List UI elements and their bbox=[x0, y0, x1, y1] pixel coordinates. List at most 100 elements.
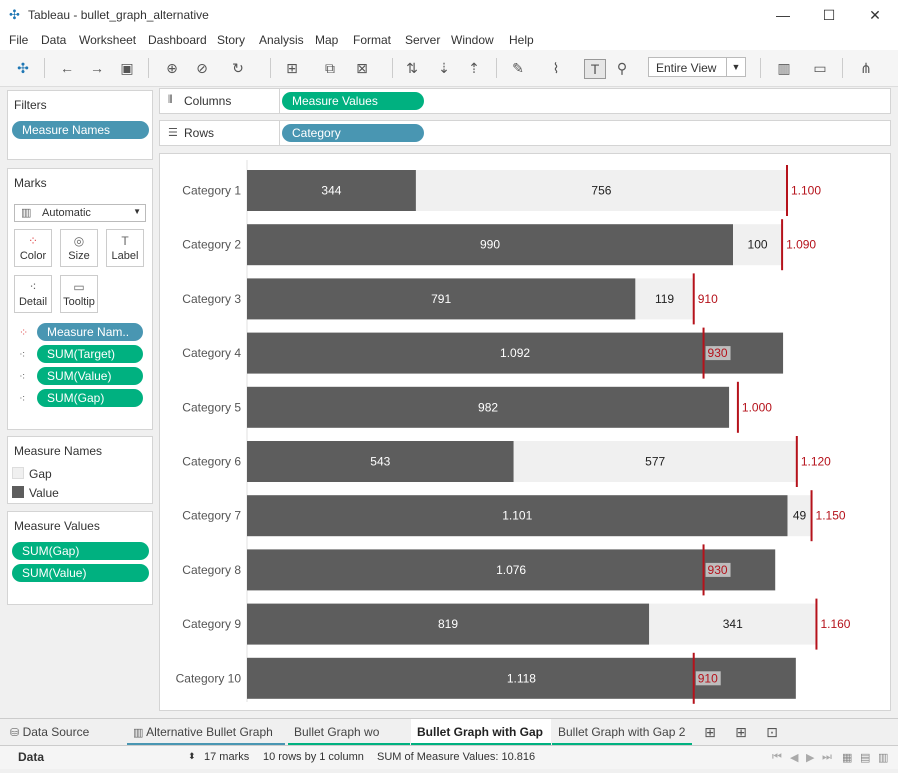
marks-color-button[interactable]: ⁘ Color bbox=[14, 229, 52, 267]
value-label: 982 bbox=[478, 400, 498, 414]
tab-bullet-graph-with-gap-2[interactable]: Bullet Graph with Gap 2 bbox=[552, 719, 692, 746]
tab-data-source[interactable]: ⛁ Data Source bbox=[4, 719, 124, 746]
toolbar-separator bbox=[760, 58, 761, 78]
marks-size-button[interactable]: ◎ Size bbox=[60, 229, 98, 267]
marks-field-sum-target[interactable]: SUM(Target) bbox=[37, 345, 143, 363]
target-label: 930 bbox=[708, 346, 728, 360]
undo-icon[interactable]: ← bbox=[57, 59, 77, 77]
menu-format[interactable]: Format bbox=[353, 33, 391, 47]
value-label: 1.076 bbox=[496, 563, 526, 577]
menu-story[interactable]: Story bbox=[217, 33, 245, 47]
next-page-icon[interactable]: ▶ bbox=[806, 751, 814, 764]
swap-rows-columns-icon[interactable]: ⇅ bbox=[402, 59, 422, 77]
legend-label-gap[interactable]: Gap bbox=[29, 467, 52, 481]
row-label-category-5: Category 5 bbox=[182, 400, 241, 414]
value-label: 791 bbox=[431, 292, 451, 306]
sort-ascending-icon[interactable]: ⇣ bbox=[434, 59, 454, 77]
legend-label-value[interactable]: Value bbox=[29, 486, 59, 500]
toolbar: ✣ ← → ▣ ⊕ ⊘ ↻ ⊞ ⧉ ⊠ ⇅ ⇣ ⇡ ✎ ⌇ T ⚲ Entire… bbox=[0, 50, 898, 87]
list-view-icon[interactable]: ▤ bbox=[860, 751, 870, 764]
new-dashboard-tab-icon[interactable]: ⊞ bbox=[731, 723, 751, 741]
pause-updates-icon[interactable]: ⊘ bbox=[192, 59, 212, 77]
tab-bullet-graph-with-gap-2-label: Bullet Graph with Gap 2 bbox=[558, 725, 686, 739]
new-worksheet-tab-icon[interactable]: ⊞ bbox=[700, 723, 720, 741]
sheet-tab-bar: ⛁ Data Source ▥ Alternative Bullet Graph… bbox=[0, 718, 898, 766]
marks-label-button[interactable]: T Label bbox=[106, 229, 144, 267]
measure-names-legend-title: Measure Names bbox=[14, 444, 103, 458]
detail-field-icon: ⁖ bbox=[19, 393, 26, 405]
menu-worksheet[interactable]: Worksheet bbox=[79, 33, 136, 47]
marks-size-label: Size bbox=[68, 250, 90, 262]
value-label: 990 bbox=[480, 238, 500, 252]
rows-pill-category[interactable]: Category bbox=[282, 124, 424, 142]
sort-descending-icon[interactable]: ⇡ bbox=[464, 59, 484, 77]
measure-values-pill-sum-value[interactable]: SUM(Value) bbox=[12, 564, 149, 582]
rows-icon: ☰ bbox=[168, 127, 178, 139]
marks-field-sum-gap[interactable]: SUM(Gap) bbox=[37, 389, 143, 407]
menu-file[interactable]: File bbox=[9, 33, 28, 47]
show-me-icon[interactable]: ▥ bbox=[774, 59, 794, 77]
marks-field-measure-names[interactable]: Measure Nam.. bbox=[37, 323, 143, 341]
redo-icon[interactable]: → bbox=[87, 59, 107, 77]
new-worksheet-icon[interactable]: ⊞ bbox=[282, 59, 302, 77]
minimize-button[interactable]: — bbox=[760, 0, 806, 30]
columns-pill-measure-values[interactable]: Measure Values bbox=[282, 92, 424, 110]
close-button[interactable]: ✕ bbox=[852, 0, 898, 30]
menu-window[interactable]: Window bbox=[451, 33, 494, 47]
menu-map[interactable]: Map bbox=[315, 33, 338, 47]
marks-tooltip-button[interactable]: ▭ Tooltip bbox=[60, 275, 98, 313]
share-icon[interactable]: ⋔ bbox=[856, 59, 876, 77]
prev-page-icon[interactable]: ◀ bbox=[790, 751, 798, 764]
menu-analysis[interactable]: Analysis bbox=[259, 33, 304, 47]
new-data-source-icon[interactable]: ⊕ bbox=[162, 59, 182, 77]
last-page-icon[interactable]: ⏭ bbox=[822, 751, 832, 764]
tab-bullet-graph-wo-gap[interactable]: Bullet Graph wo Gap bbox=[288, 719, 410, 766]
tab-alternative-bullet-graph[interactable]: ▥ Alternative Bullet Graph bbox=[127, 719, 285, 746]
filters-panel: Filters Measure Names bbox=[7, 90, 153, 160]
measure-values-pill-sum-gap[interactable]: SUM(Gap) bbox=[12, 542, 149, 560]
gap-label: 49 bbox=[793, 509, 807, 523]
status-sum: SUM of Measure Values: 10.816 bbox=[377, 751, 536, 763]
tab-bullet-graph-with-gap-1[interactable]: Bullet Graph with Gap 1 bbox=[411, 719, 551, 766]
menu-server[interactable]: Server bbox=[405, 33, 440, 47]
shelf-divider bbox=[279, 121, 280, 145]
menu-help[interactable]: Help bbox=[509, 33, 534, 47]
bullet-bar-chart[interactable]: Category 1 344 756 1.100 Category 2 990 100 1.0… bbox=[160, 154, 890, 710]
view-fit-select[interactable]: Entire View ▼ bbox=[648, 57, 746, 77]
color-dots-icon: ⁘ bbox=[27, 234, 39, 248]
toolbar-separator bbox=[496, 58, 497, 78]
chevron-updown-icon[interactable]: ⬍ bbox=[188, 751, 196, 762]
target-label: 910 bbox=[698, 292, 718, 306]
status-marks: 17 marks bbox=[204, 751, 250, 763]
marks-detail-button[interactable]: ⁖ Detail bbox=[14, 275, 52, 313]
group-members-icon[interactable]: ⌇ bbox=[546, 59, 566, 77]
target-label: 1.150 bbox=[816, 509, 846, 523]
grid-view-icon[interactable]: ▦ bbox=[842, 751, 852, 764]
marks-label-label: Label bbox=[111, 250, 139, 262]
new-story-tab-icon[interactable]: ⊡ bbox=[762, 723, 782, 741]
clear-sheet-icon[interactable]: ⊠ bbox=[352, 59, 372, 77]
value-label: 1.092 bbox=[500, 346, 530, 360]
shelf-divider bbox=[279, 89, 280, 113]
tableau-home-icon[interactable]: ✣ bbox=[13, 59, 33, 77]
marks-field-sum-value[interactable]: SUM(Value) bbox=[37, 367, 143, 385]
menu-dashboard[interactable]: Dashboard bbox=[148, 33, 207, 47]
maximize-button[interactable]: ☐ bbox=[806, 0, 852, 30]
value-label: 543 bbox=[370, 455, 390, 469]
refresh-icon[interactable]: ↻ bbox=[228, 59, 248, 77]
film-view-icon[interactable]: ▥ bbox=[878, 751, 888, 764]
duplicate-sheet-icon[interactable]: ⧉ bbox=[320, 59, 340, 77]
presentation-mode-icon[interactable]: ▭ bbox=[810, 59, 830, 77]
status-data-label[interactable]: Data bbox=[18, 750, 44, 764]
filter-pill-measure-names[interactable]: Measure Names bbox=[12, 121, 149, 139]
first-page-icon[interactable]: ⏮ bbox=[772, 751, 782, 764]
menu-bar: File Data Worksheet Dashboard Story Anal… bbox=[0, 30, 898, 50]
mark-type-select[interactable]: ▥ Automatic ▼ bbox=[14, 204, 146, 222]
show-mark-labels-icon[interactable]: T bbox=[584, 59, 606, 79]
highlight-icon[interactable]: ✎ bbox=[508, 59, 528, 77]
save-icon[interactable]: ▣ bbox=[117, 59, 137, 77]
fix-axes-icon[interactable]: ⚲ bbox=[612, 59, 632, 77]
chart-view: Category 1 344 756 1.100 Category 2 990 100 1.0… bbox=[159, 153, 891, 711]
detail-field-icon: ⁖ bbox=[19, 371, 26, 383]
menu-data[interactable]: Data bbox=[41, 33, 66, 47]
